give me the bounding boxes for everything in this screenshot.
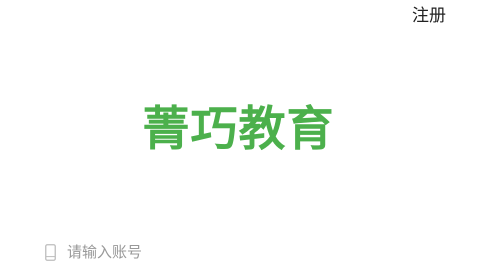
- brand-logo: 菁巧教育: [142, 102, 335, 157]
- account-field-row: [45, 240, 367, 264]
- login-screen: 注册 菁巧教育: [0, 0, 477, 269]
- phone-icon: [45, 243, 56, 261]
- register-link[interactable]: 注册: [412, 4, 446, 28]
- account-input[interactable]: [67, 243, 367, 261]
